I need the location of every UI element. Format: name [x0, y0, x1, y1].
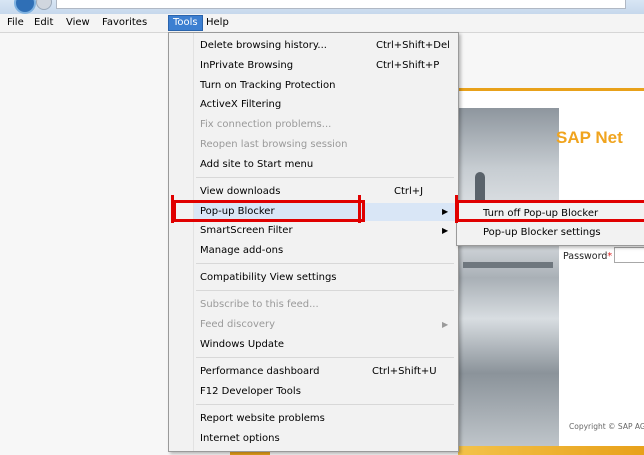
menu-bar: File Edit View Favorites Tools Help: [0, 14, 644, 33]
menu-separator: [196, 404, 454, 405]
menu-item-inprivate-browsing[interactable]: InPrivate Browsing Ctrl+Shift+P: [194, 57, 456, 75]
ie-logo-icon: [14, 0, 36, 14]
menu-item-add-site-start[interactable]: Add site to Start menu: [194, 156, 456, 174]
menu-item-label: Report website problems: [200, 413, 325, 424]
menu-item-smartscreen-filter[interactable]: SmartScreen Filter ▶: [194, 222, 456, 240]
menu-favorites[interactable]: Favorites: [98, 14, 151, 31]
menu-item-reopen-session[interactable]: Reopen last browsing session: [194, 136, 456, 154]
password-label: Password*: [563, 251, 612, 262]
menu-item-fix-connection[interactable]: Fix connection problems...: [194, 116, 456, 134]
menu-item-label: Manage add-ons: [200, 245, 284, 256]
menu-item-label: Add site to Start menu: [200, 159, 314, 170]
menu-item-compatibility-view[interactable]: Compatibility View settings: [194, 269, 456, 287]
menu-tools[interactable]: Tools: [168, 15, 203, 31]
menu-item-internet-options[interactable]: Internet options: [194, 430, 456, 448]
menu-item-performance-dashboard[interactable]: Performance dashboard Ctrl+Shift+U: [194, 363, 456, 381]
password-label-text: Password: [563, 251, 608, 262]
menu-item-label: Performance dashboard: [200, 366, 320, 377]
menu-item-subscribe-feed[interactable]: Subscribe to this feed...: [194, 296, 456, 314]
menu-item-label: Fix connection problems...: [200, 119, 332, 130]
menu-item-f12-developer-tools[interactable]: F12 Developer Tools: [194, 383, 456, 401]
menu-item-label: ActiveX Filtering: [200, 99, 282, 110]
menu-edit[interactable]: Edit: [30, 14, 57, 31]
chevron-right-icon: ▶: [442, 226, 449, 235]
menu-separator: [196, 263, 454, 264]
menu-item-view-downloads[interactable]: View downloads Ctrl+J: [194, 183, 456, 201]
menu-item-label: SmartScreen Filter: [200, 225, 293, 236]
annotation-tick-left-submenu: [455, 195, 458, 223]
menu-view[interactable]: View: [62, 14, 94, 31]
copyright-text: Copyright © SAP AG: [569, 422, 644, 431]
menu-separator: [196, 177, 454, 178]
menu-item-label: Turn on Tracking Protection: [200, 80, 336, 91]
page-title: SAP Net: [556, 128, 623, 147]
menu-gutter: [169, 33, 194, 451]
menu-item-shortcut: Ctrl+Shift+Del: [376, 40, 450, 51]
menu-item-label: Compatibility View settings: [200, 272, 337, 283]
photo-shelf: [463, 262, 553, 268]
chevron-right-icon: ▶: [442, 320, 449, 329]
menu-item-label: F12 Developer Tools: [200, 386, 301, 397]
menu-item-delete-browsing-history[interactable]: Delete browsing history... Ctrl+Shift+De…: [194, 37, 456, 55]
menu-item-label: Windows Update: [200, 339, 285, 350]
back-button[interactable]: [36, 0, 52, 10]
menu-item-manage-addons[interactable]: Manage add-ons: [194, 242, 456, 260]
annotation-highlight-turn-off: [456, 200, 644, 222]
menu-item-shortcut: Ctrl+Shift+P: [376, 60, 440, 71]
menu-separator: [196, 357, 454, 358]
tools-menu: Delete browsing history... Ctrl+Shift+De…: [168, 32, 459, 452]
menu-file[interactable]: File: [3, 14, 28, 31]
menu-item-label: Internet options: [200, 433, 280, 444]
browser-chrome: [0, 0, 644, 14]
menu-item-activex-filtering[interactable]: ActiveX Filtering: [194, 96, 456, 114]
submenu-item-popup-blocker-settings[interactable]: Pop-up Blocker settings: [457, 223, 644, 242]
password-field[interactable]: [614, 247, 644, 263]
footer-bar: [458, 446, 644, 455]
menu-item-shortcut: Ctrl+Shift+U: [372, 366, 437, 377]
menu-item-windows-update[interactable]: Windows Update: [194, 336, 456, 354]
submenu-item-label: Pop-up Blocker settings: [483, 227, 601, 238]
menu-help[interactable]: Help: [202, 14, 233, 31]
hero-photo: [457, 108, 559, 448]
annotation-tick-left: [171, 195, 174, 223]
menu-item-label: Subscribe to this feed...: [200, 299, 319, 310]
address-bar[interactable]: [56, 0, 626, 9]
menu-item-report-website-problems[interactable]: Report website problems: [194, 410, 456, 428]
annotation-highlight-popup-blocker: [173, 200, 365, 222]
required-mark: *: [607, 251, 613, 262]
menu-item-label: Reopen last browsing session: [200, 139, 348, 150]
menu-item-label: View downloads: [200, 186, 281, 197]
menu-item-shortcut: Ctrl+J: [394, 186, 424, 197]
menu-item-tracking-protection[interactable]: Turn on Tracking Protection: [194, 77, 456, 95]
menu-item-label: Feed discovery: [200, 319, 276, 330]
menu-separator: [196, 290, 454, 291]
menu-item-feed-discovery[interactable]: Feed discovery ▶: [194, 316, 456, 334]
annotation-tick-right: [358, 195, 361, 223]
menu-item-label: Delete browsing history...: [200, 40, 327, 51]
menu-item-label: InPrivate Browsing: [200, 60, 294, 71]
chevron-right-icon: ▶: [442, 207, 449, 216]
